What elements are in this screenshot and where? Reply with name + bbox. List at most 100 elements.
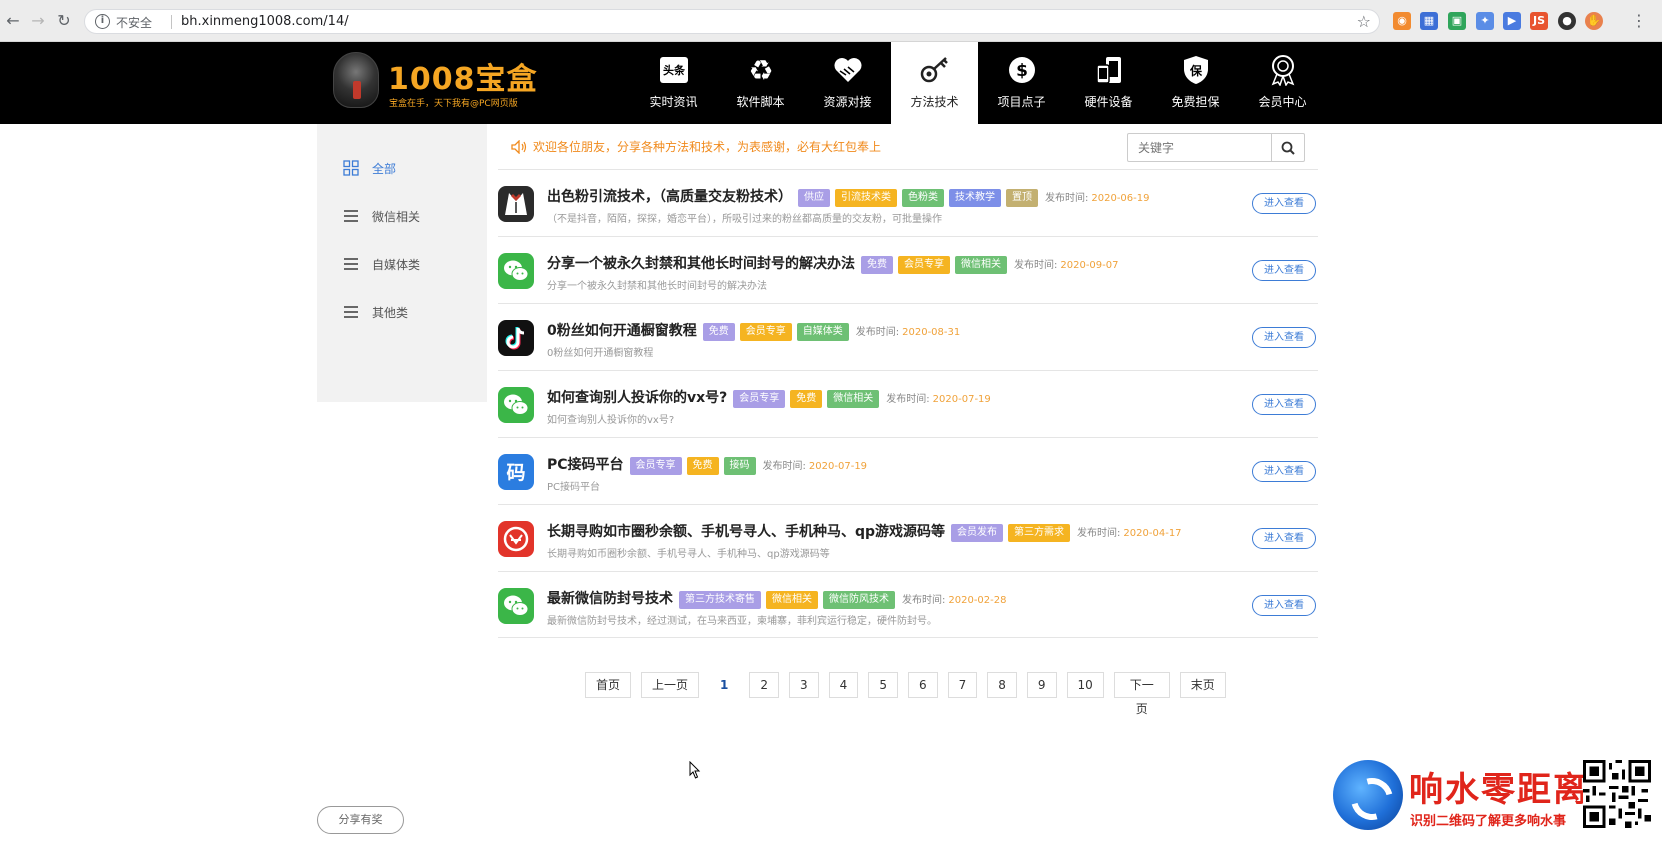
- category-tag[interactable]: 微信相关: [827, 390, 880, 408]
- svg-text:保: 保: [1188, 63, 1202, 78]
- category-tag[interactable]: 供应: [798, 189, 830, 207]
- main-nav: 头条 实时资讯 ♻ 软件脚本 资源对接 方法技术 $ 项目点子 硬件设备 保 免…: [630, 42, 1326, 124]
- page-number-button[interactable]: 4: [828, 672, 859, 698]
- search-input[interactable]: [1128, 134, 1272, 161]
- post-title[interactable]: PC接码平台: [547, 454, 624, 474]
- page-prev-button[interactable]: 上一页: [641, 672, 700, 698]
- back-icon[interactable]: ←: [4, 12, 22, 30]
- page-number-button[interactable]: 10: [1066, 672, 1104, 698]
- page-number-button[interactable]: 8: [987, 672, 1017, 698]
- nav-item-hardware[interactable]: 硬件设备: [1065, 42, 1152, 124]
- post-title-line: PC接码平台 会员专享 免费 接码 发布时间: 2020-07-19: [547, 453, 867, 475]
- post-title[interactable]: 如何查询别人投诉你的vx号?: [547, 387, 727, 407]
- category-tag[interactable]: 会员专享: [629, 457, 682, 475]
- nav-item-methods[interactable]: 方法技术: [891, 42, 978, 124]
- nav-item-ideas[interactable]: $ 项目点子: [978, 42, 1065, 124]
- nav-item-guarantee[interactable]: 保 免费担保: [1152, 42, 1239, 124]
- puzzle-extension-icon[interactable]: ✦: [1476, 12, 1494, 30]
- enter-view-button[interactable]: 进入查看: [1252, 394, 1316, 415]
- page-number-button[interactable]: 6: [907, 672, 938, 698]
- page-number-button[interactable]: 1: [709, 672, 740, 698]
- category-tag[interactable]: 自媒体类: [796, 323, 849, 341]
- forward-icon[interactable]: →: [29, 12, 47, 30]
- category-tag[interactable]: 置顶: [1006, 189, 1038, 207]
- video-extension-icon[interactable]: ▶: [1503, 12, 1521, 30]
- category-tag[interactable]: 技术教学: [949, 189, 1001, 207]
- category-tag[interactable]: 微信相关: [766, 591, 818, 609]
- circle-extension-icon[interactable]: ●: [1558, 12, 1576, 30]
- sidebar-item-all[interactable]: 全部: [317, 148, 487, 188]
- camera-extension-icon[interactable]: ◉: [1393, 12, 1411, 30]
- menu-dots-icon[interactable]: ⋮: [1630, 12, 1648, 30]
- category-tag[interactable]: 会员专享: [739, 323, 792, 341]
- info-icon[interactable]: i: [95, 14, 110, 29]
- sidebar-item-media[interactable]: 自媒体类: [317, 244, 487, 284]
- nav-item-software[interactable]: ♻ 软件脚本: [717, 42, 804, 124]
- category-tag[interactable]: 免费: [702, 323, 735, 341]
- page-number-button[interactable]: 2: [749, 672, 780, 698]
- nav-item-member[interactable]: 会员中心: [1239, 42, 1326, 124]
- page-numbers: 1 2 3 4 5 6 7 8 9 10: [709, 672, 1114, 698]
- sidebar-item-wechat[interactable]: 微信相关: [317, 196, 487, 236]
- search-icon: [1281, 141, 1295, 155]
- publish-label: 发布时间:: [902, 594, 946, 606]
- sidebar-item-other[interactable]: 其他类: [317, 292, 487, 332]
- category-tag[interactable]: 微信防风技术: [823, 591, 895, 609]
- category-tag[interactable]: 接码: [723, 457, 756, 475]
- svg-text:♻: ♻: [748, 55, 773, 85]
- category-tag[interactable]: 第三方需求: [1008, 524, 1071, 542]
- category-tag[interactable]: 微信相关: [955, 256, 1007, 274]
- category-tag[interactable]: 免费: [861, 256, 893, 274]
- grid-extension-icon[interactable]: ▦: [1420, 12, 1438, 30]
- address-bar[interactable]: i 不安全 bh.xinmeng1008.com/14/ ☆: [84, 9, 1380, 34]
- list-item: 码 PC接码平台 会员专享 免费 接码 发布时间: 2020-07-19 PC接码平台…: [498, 437, 1318, 504]
- category-tag[interactable]: 引流技术类: [835, 189, 897, 207]
- reload-icon[interactable]: ↻: [55, 12, 73, 30]
- url-text[interactable]: bh.xinmeng1008.com/14/: [181, 14, 349, 29]
- grid-icon: [343, 160, 359, 176]
- toutiao-icon: 头条: [658, 54, 690, 86]
- post-title[interactable]: 分享一个被永久封禁和其他长时间封号的解决办法: [547, 253, 855, 273]
- enter-view-button[interactable]: 进入查看: [1252, 528, 1316, 549]
- category-tag[interactable]: 色粉类: [902, 189, 944, 207]
- page-number-button[interactable]: 5: [868, 672, 898, 698]
- page-number-button[interactable]: 7: [947, 672, 978, 698]
- post-title[interactable]: 最新微信防封号技术: [547, 588, 673, 608]
- list-item: 分享一个被永久封禁和其他长时间封号的解决办法 免费 会员专享 微信相关 发布时间: 2…: [498, 236, 1318, 303]
- post-title[interactable]: 0粉丝如何开通橱窗教程: [547, 320, 697, 340]
- nav-item-news[interactable]: 头条 实时资讯: [630, 42, 717, 124]
- category-tag[interactable]: 会员专享: [898, 256, 950, 274]
- category-tag[interactable]: 会员发布: [951, 524, 1004, 542]
- search-button[interactable]: [1271, 134, 1304, 161]
- post-title[interactable]: 长期寻购如市圈秒余额、手机号寻人、手机种马、qp游戏源码等: [547, 521, 945, 541]
- category-tag[interactable]: 会员专享: [733, 390, 786, 408]
- share-reward-button[interactable]: 分享有奖: [317, 806, 404, 834]
- screenshot-extension-icon[interactable]: ▣: [1448, 12, 1466, 30]
- js-extension-icon[interactable]: JS: [1530, 12, 1548, 30]
- logo-title: 1008宝盒: [388, 62, 538, 97]
- category-tag[interactable]: 免费: [790, 390, 823, 408]
- category-tag[interactable]: 第三方技术寄售: [679, 591, 761, 609]
- hand-extension-icon[interactable]: ✋: [1585, 12, 1603, 30]
- nav-item-resources[interactable]: 资源对接: [804, 42, 891, 124]
- enter-view-button[interactable]: 进入查看: [1252, 193, 1316, 214]
- site-logo[interactable]: 1008宝盒 宝盒在手，天下我有@PC网页版: [333, 50, 543, 114]
- enter-view-button[interactable]: 进入查看: [1252, 461, 1316, 482]
- bookmark-star-icon[interactable]: ☆: [1357, 12, 1371, 31]
- enter-view-button[interactable]: 进入查看: [1252, 327, 1316, 348]
- page-first-button[interactable]: 首页: [585, 672, 632, 698]
- publish-time: 发布时间: 2020-06-19: [1045, 189, 1150, 204]
- post-list: 出色粉引流技术，（高质量交友粉技术） 供应 引流技术类 色粉类 技术教学 置顶 发布时间…: [498, 169, 1318, 638]
- post-title[interactable]: 出色粉引流技术，（高质量交友粉技术）: [547, 186, 792, 206]
- page-number-button[interactable]: 9: [1026, 672, 1057, 698]
- page-last-button[interactable]: 末页: [1179, 672, 1226, 698]
- category-tag[interactable]: 免费: [686, 457, 719, 475]
- enter-view-button[interactable]: 进入查看: [1252, 260, 1316, 281]
- publish-label: 发布时间:: [1014, 259, 1058, 271]
- page-next-button[interactable]: 下一页: [1113, 672, 1170, 716]
- wechat-icon: [498, 253, 534, 289]
- list-item: 0粉丝如何开通橱窗教程 免费 会员专享 自媒体类 发布时间: 2020-08-31 0…: [498, 303, 1318, 370]
- post-description: 如何查询别人投诉你的vx号?: [547, 415, 675, 426]
- page-number-button[interactable]: 3: [789, 672, 819, 698]
- enter-view-button[interactable]: 进入查看: [1252, 595, 1316, 616]
